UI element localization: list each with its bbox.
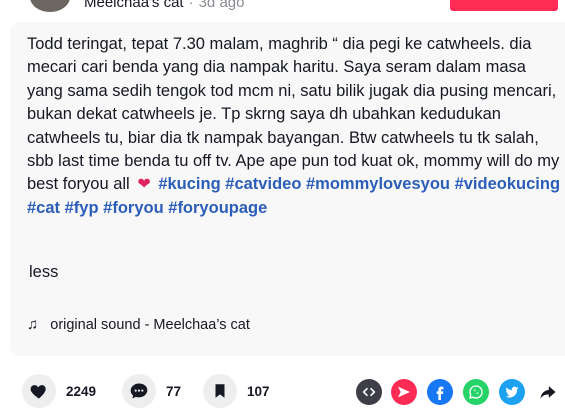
- send-button[interactable]: [391, 379, 417, 405]
- save-action[interactable]: 107: [203, 374, 270, 408]
- less-toggle[interactable]: less: [29, 263, 58, 282]
- author-name[interactable]: Meelchaa's cat: [84, 0, 184, 11]
- twitter-icon: [505, 386, 519, 398]
- hashtag-link[interactable]: #cat: [27, 199, 60, 217]
- facebook-icon: [436, 386, 444, 400]
- bookmark-icon: [215, 384, 225, 398]
- hashtag-link[interactable]: #kucing: [158, 175, 220, 193]
- description-text: Todd teringat, tepat 7.30 malam, maghrib…: [27, 35, 560, 194]
- author-meta: Meelchaa's cat · 3d ago: [84, 0, 244, 11]
- action-bar: 2249 77 107: [0, 374, 565, 408]
- comment-icon: [130, 383, 148, 399]
- whatsapp-icon: [469, 385, 483, 399]
- hashtag-link[interactable]: #fyp: [65, 199, 99, 217]
- comment-count: 77: [166, 383, 182, 399]
- heart-emoji: ❤: [137, 176, 151, 194]
- hashtag-link[interactable]: #catvideo: [225, 175, 301, 193]
- like-button[interactable]: [22, 374, 56, 408]
- sound-link[interactable]: ♫ original sound - Meelchaa’s cat: [27, 316, 250, 333]
- save-button[interactable]: [203, 374, 237, 408]
- hashtag-link[interactable]: #foryoupage: [168, 199, 267, 217]
- embed-icon: [362, 387, 376, 397]
- comment-button[interactable]: [122, 374, 156, 408]
- send-icon: [398, 386, 410, 398]
- sound-label: original sound - Meelchaa’s cat: [50, 316, 250, 333]
- share-arrow-icon: [540, 386, 556, 399]
- hashtag-link[interactable]: #foryou: [103, 199, 164, 217]
- post-time: 3d ago: [198, 0, 245, 11]
- music-note-icon: ♫: [27, 316, 39, 333]
- follow-button[interactable]: [450, 0, 558, 11]
- avatar[interactable]: [30, 0, 70, 12]
- embed-button[interactable]: [356, 379, 382, 405]
- share-more-button[interactable]: [535, 379, 561, 405]
- like-action[interactable]: 2249: [22, 374, 96, 408]
- facebook-button[interactable]: [427, 379, 453, 405]
- whatsapp-button[interactable]: [463, 379, 489, 405]
- comment-action[interactable]: 77: [122, 374, 181, 408]
- video-header: Meelchaa's cat · 3d ago: [0, 0, 565, 16]
- twitter-button[interactable]: [499, 379, 525, 405]
- like-count: 2249: [66, 383, 97, 399]
- heart-icon: [30, 385, 46, 399]
- hashtag-link[interactable]: #mommylovesyou: [306, 175, 450, 193]
- video-description: Todd teringat, tepat 7.30 malam, maghrib…: [27, 33, 562, 220]
- hashtag-link[interactable]: #videokucing: [455, 175, 560, 193]
- save-count: 107: [247, 383, 270, 399]
- separator-dot: ·: [188, 0, 194, 11]
